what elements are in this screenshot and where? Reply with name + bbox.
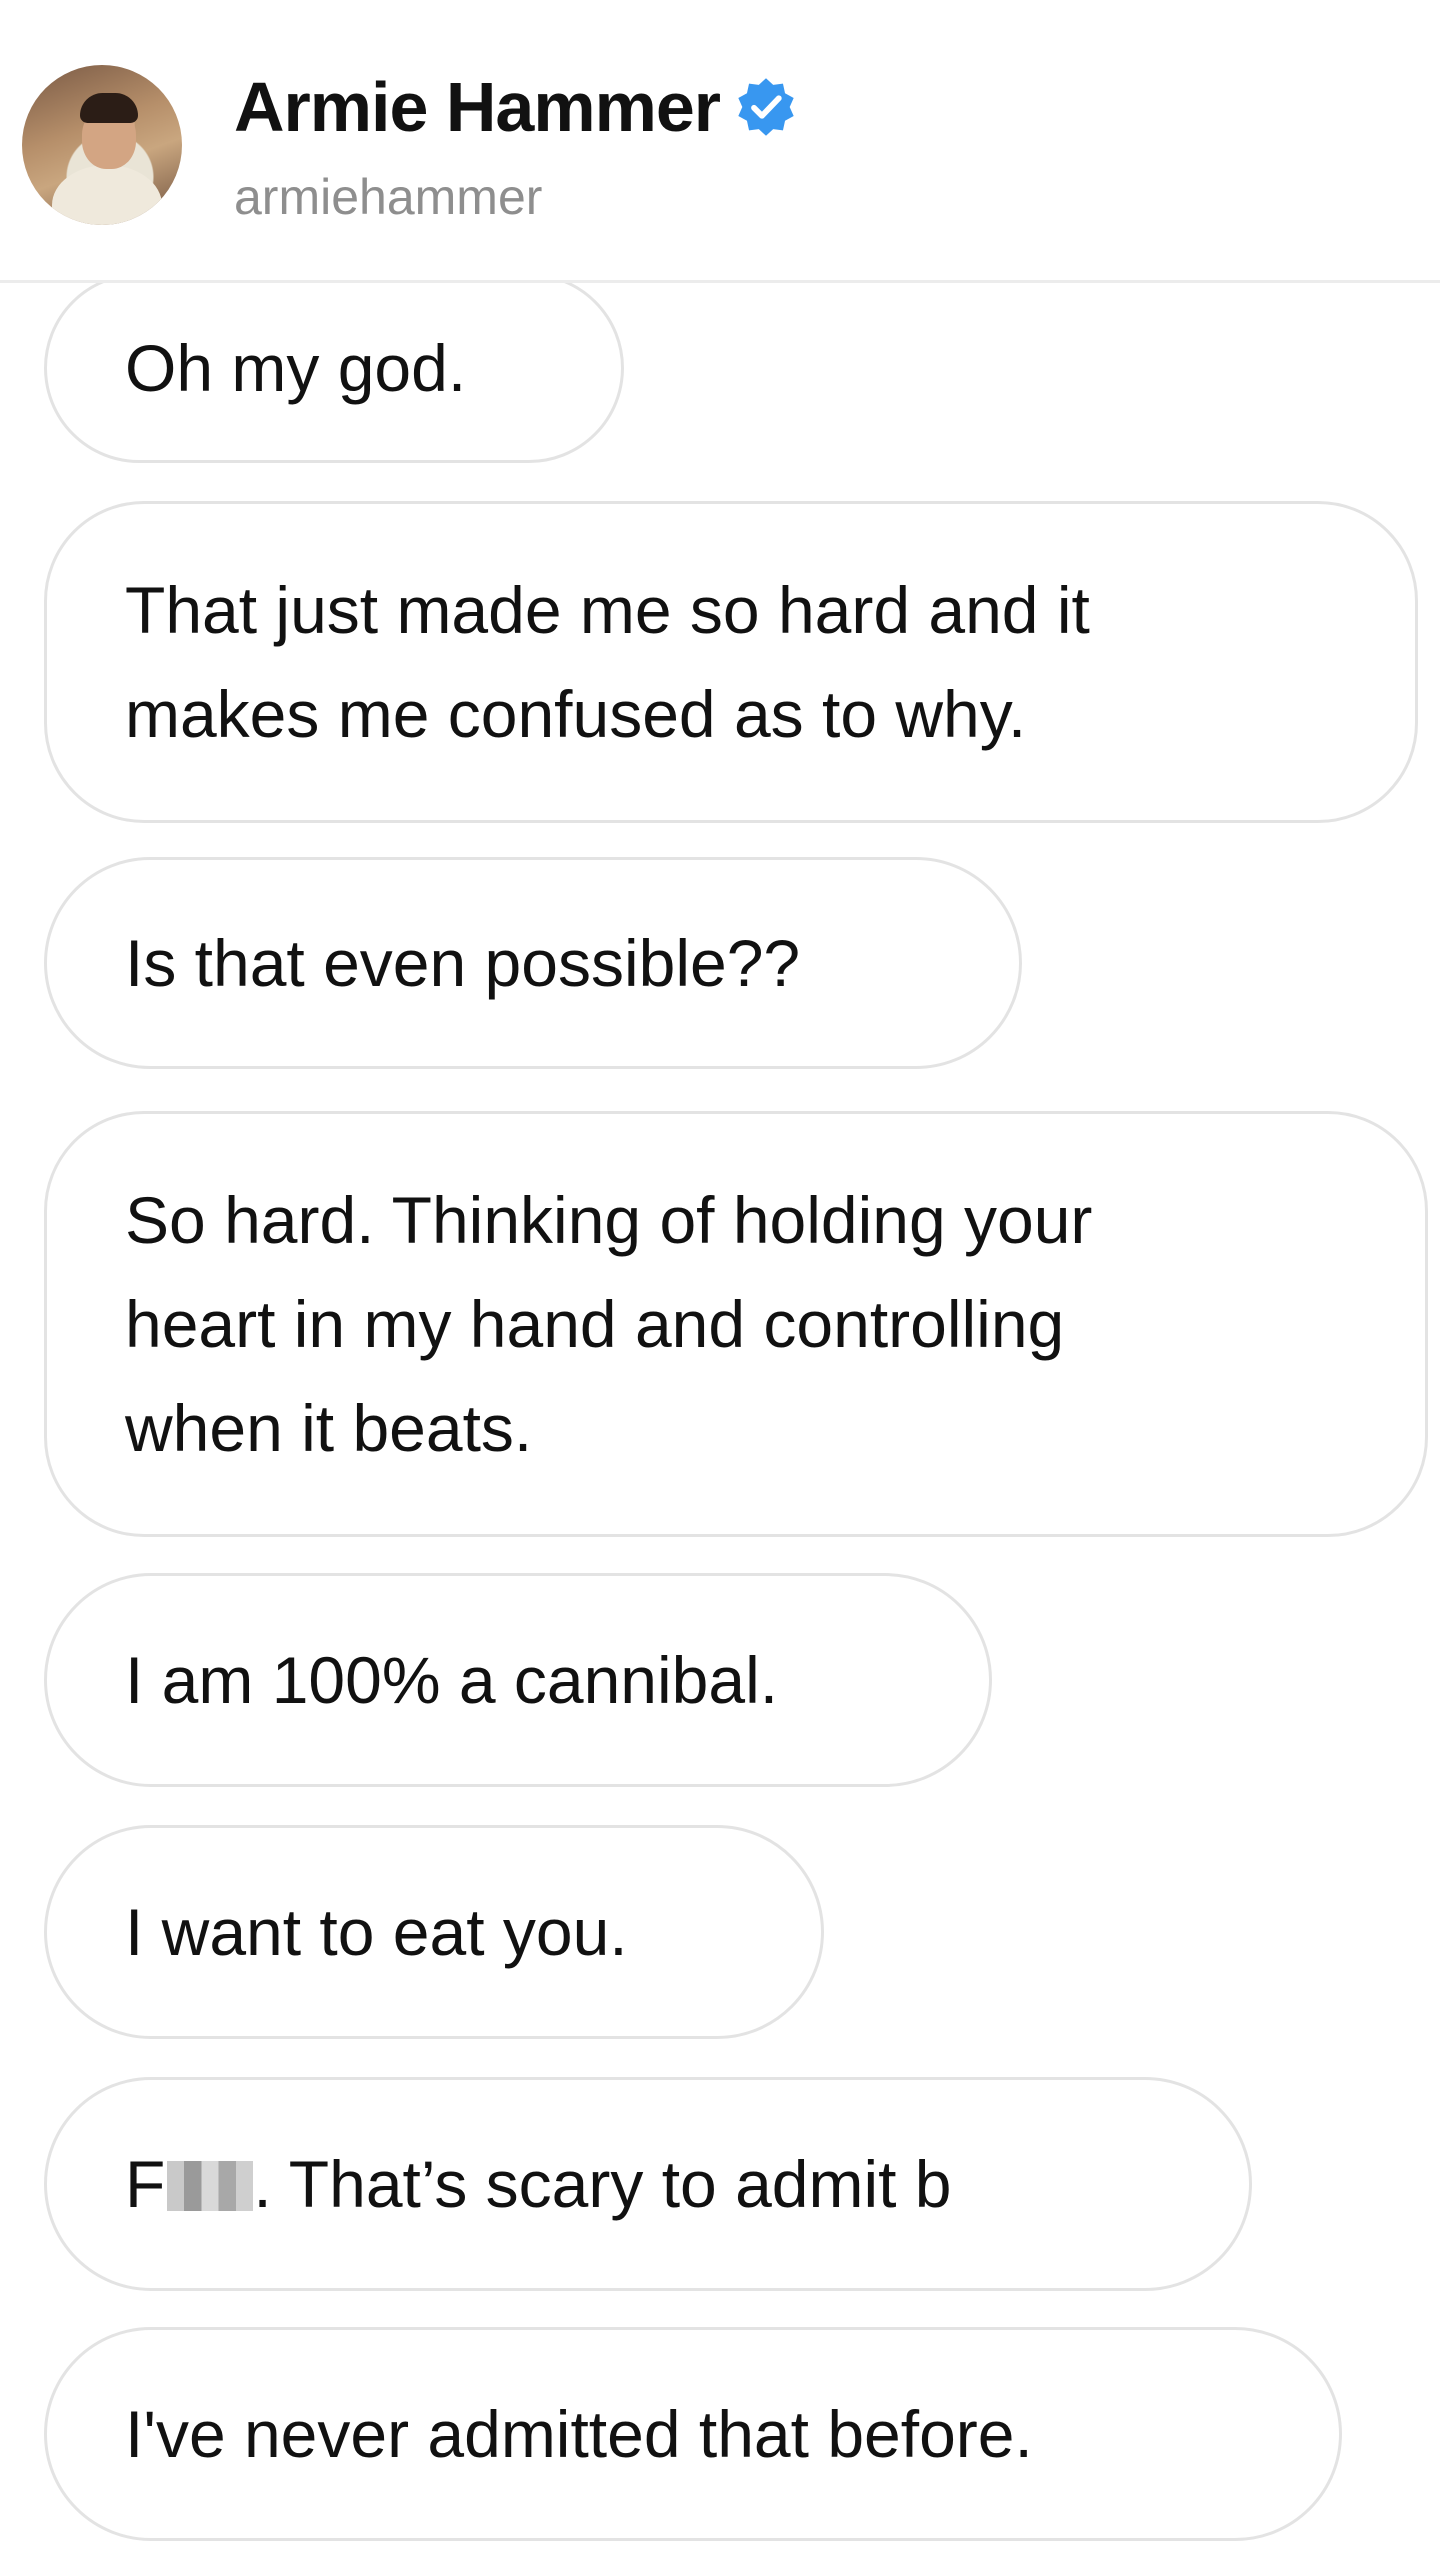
message-text: Oh my god. <box>125 331 467 405</box>
message-bubble[interactable]: Is that even possible?? <box>44 857 1022 1069</box>
message-bubble[interactable]: I am 100% a cannibal. <box>44 1573 992 1787</box>
message-thread[interactable]: Oh my god. That just made me so hard and… <box>0 283 1440 2559</box>
message-text: Is that even possible?? <box>125 926 801 1000</box>
avatar-hair <box>80 93 138 123</box>
username: armiehammer <box>234 169 543 225</box>
message-text: I've never admitted that before. <box>125 2397 1033 2471</box>
chat-header: Armie Hammer armiehammer <box>0 0 1440 283</box>
message-text: I want to eat you. <box>125 1895 628 1969</box>
message-bubble[interactable]: Oh my god. <box>44 283 624 463</box>
avatar-shirt <box>52 165 162 225</box>
message-bubble[interactable]: That just made me so hard and it makes m… <box>44 501 1418 823</box>
message-bubble[interactable]: I've never admitted that before. <box>44 2327 1342 2541</box>
avatar[interactable] <box>22 65 182 225</box>
message-text: I am 100% a cannibal. <box>125 1643 779 1717</box>
message-text: F . That’s scary to admit b <box>125 2132 952 2236</box>
message-text: That just made me so hard and it makes m… <box>125 573 1090 751</box>
message-text: So hard. Thinking of holding your heart … <box>125 1183 1093 1465</box>
message-bubble[interactable]: I want to eat you. <box>44 1825 824 2039</box>
censor-blur <box>167 2161 254 2211</box>
message-bubble[interactable]: So hard. Thinking of holding your heart … <box>44 1111 1428 1537</box>
display-name[interactable]: Armie Hammer <box>234 67 721 147</box>
message-suffix: . That’s scary to admit b <box>253 2147 952 2221</box>
message-bubble[interactable]: F . That’s scary to admit b <box>44 2077 1252 2291</box>
name-row: Armie Hammer <box>234 62 798 152</box>
message-prefix: F <box>125 2147 166 2221</box>
verified-badge-icon <box>738 78 794 136</box>
